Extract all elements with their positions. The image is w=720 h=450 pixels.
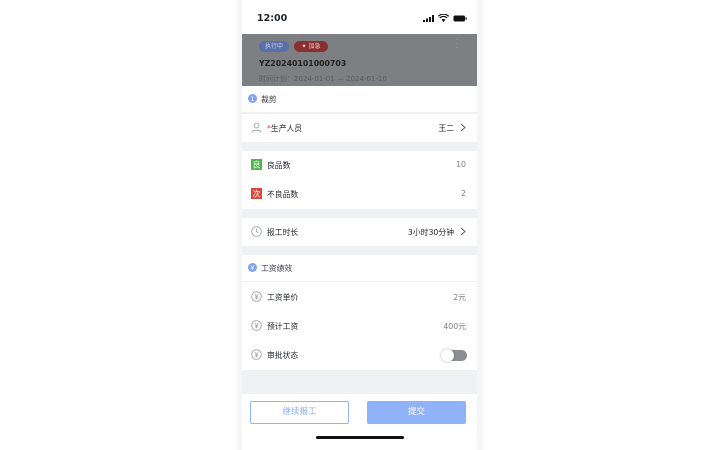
plan-time: 时间计划：2024-01-01 — 2024-01-10 [259,75,387,83]
svg-text:1: 1 [250,95,254,103]
home-indicator [316,436,404,439]
unit-price-value: 2元 [453,293,466,302]
producer-label: *生产人员 [267,124,303,133]
status-badge: 执行中 [259,41,289,52]
svg-text:良: 良 [253,159,261,169]
divider [242,281,477,282]
defect-quantity-value: 2 [461,189,466,198]
person-icon [251,122,262,133]
clock-icon [251,226,262,237]
chevron-right-icon [460,123,466,132]
quantity-section: 良 良品数 10 次 不良品数 2 [242,151,477,209]
approval-status-row: 审批状态 [242,341,477,369]
good-quantity-label: 良品数 [267,161,291,170]
yen-icon [251,320,262,331]
estimated-wage-value: 400元 [443,322,466,331]
approval-status-label: 审批状态 [267,351,299,360]
flame-icon: ✦ [301,43,307,50]
duration-label: 报工时长 [267,228,299,237]
producer-section: *生产人员 王二 [242,113,477,142]
defect-quantity-row[interactable]: 次 不良品数 2 [242,180,477,208]
order-number: YZ20240101000703 [259,59,347,68]
wage-title: 工资绩效 [261,264,293,273]
yen-coin-icon: ¥ [248,263,257,272]
bottom-action-bar: 继续报工 提交 [242,394,477,450]
defect-quantity-label: 不良品数 [267,190,299,199]
cellular-signal-icon [423,15,434,22]
chevron-right-icon [460,227,466,236]
status-time: 12:00 [257,13,288,24]
estimated-wage-label: 预计工资 [267,322,299,331]
good-quantity-row[interactable]: 良 良品数 10 [242,151,477,179]
continue-report-button[interactable]: 继续报工 [250,401,349,424]
wifi-icon [438,14,449,22]
phone-screen: 12:00 执行中 ✦ 加急 · · · YZ20240101000703 时间计划… [242,0,477,450]
wage-section-title: ¥ 工资绩效 [242,255,477,281]
estimated-wage-row: 预计工资 400元 [242,312,477,340]
process-name: 裁剪 [261,95,277,104]
good-quantity-value: 10 [456,160,466,169]
duration-section: 报工时长 3小时30分钟 [242,218,477,246]
producer-value: 王二 [438,124,454,133]
step-number-icon: 1 [248,94,257,103]
svg-text:¥: ¥ [250,264,254,272]
order-card-header: 执行中 ✦ 加急 · · · YZ20240101000703 时间计划：2024-… [242,34,477,86]
yen-icon [251,291,262,302]
svg-text:次: 次 [253,188,261,198]
producer-row[interactable]: *生产人员 王二 [242,114,477,142]
battery-icon [453,15,467,22]
yen-icon [251,349,262,360]
wage-section: 工资单价 2元 预计工资 400元 审批状态 [242,281,477,370]
toggle-knob [441,349,454,362]
duration-row[interactable]: 报工时长 3小时30分钟 [242,218,477,246]
status-bar: 12:00 [242,0,477,34]
defect-badge-icon: 次 [251,188,262,199]
good-badge-icon: 良 [251,159,262,170]
duration-value: 3小时30分钟 [407,228,454,237]
more-options-icon[interactable]: · · · [454,36,460,54]
approval-toggle[interactable] [441,349,467,362]
process-section-title: 1 裁剪 [242,86,477,112]
unit-price-label: 工资单价 [267,293,299,302]
urgent-badge: ✦ 加急 [294,41,328,52]
submit-button[interactable]: 提交 [367,401,466,424]
unit-price-row: 工资单价 2元 [242,283,477,311]
